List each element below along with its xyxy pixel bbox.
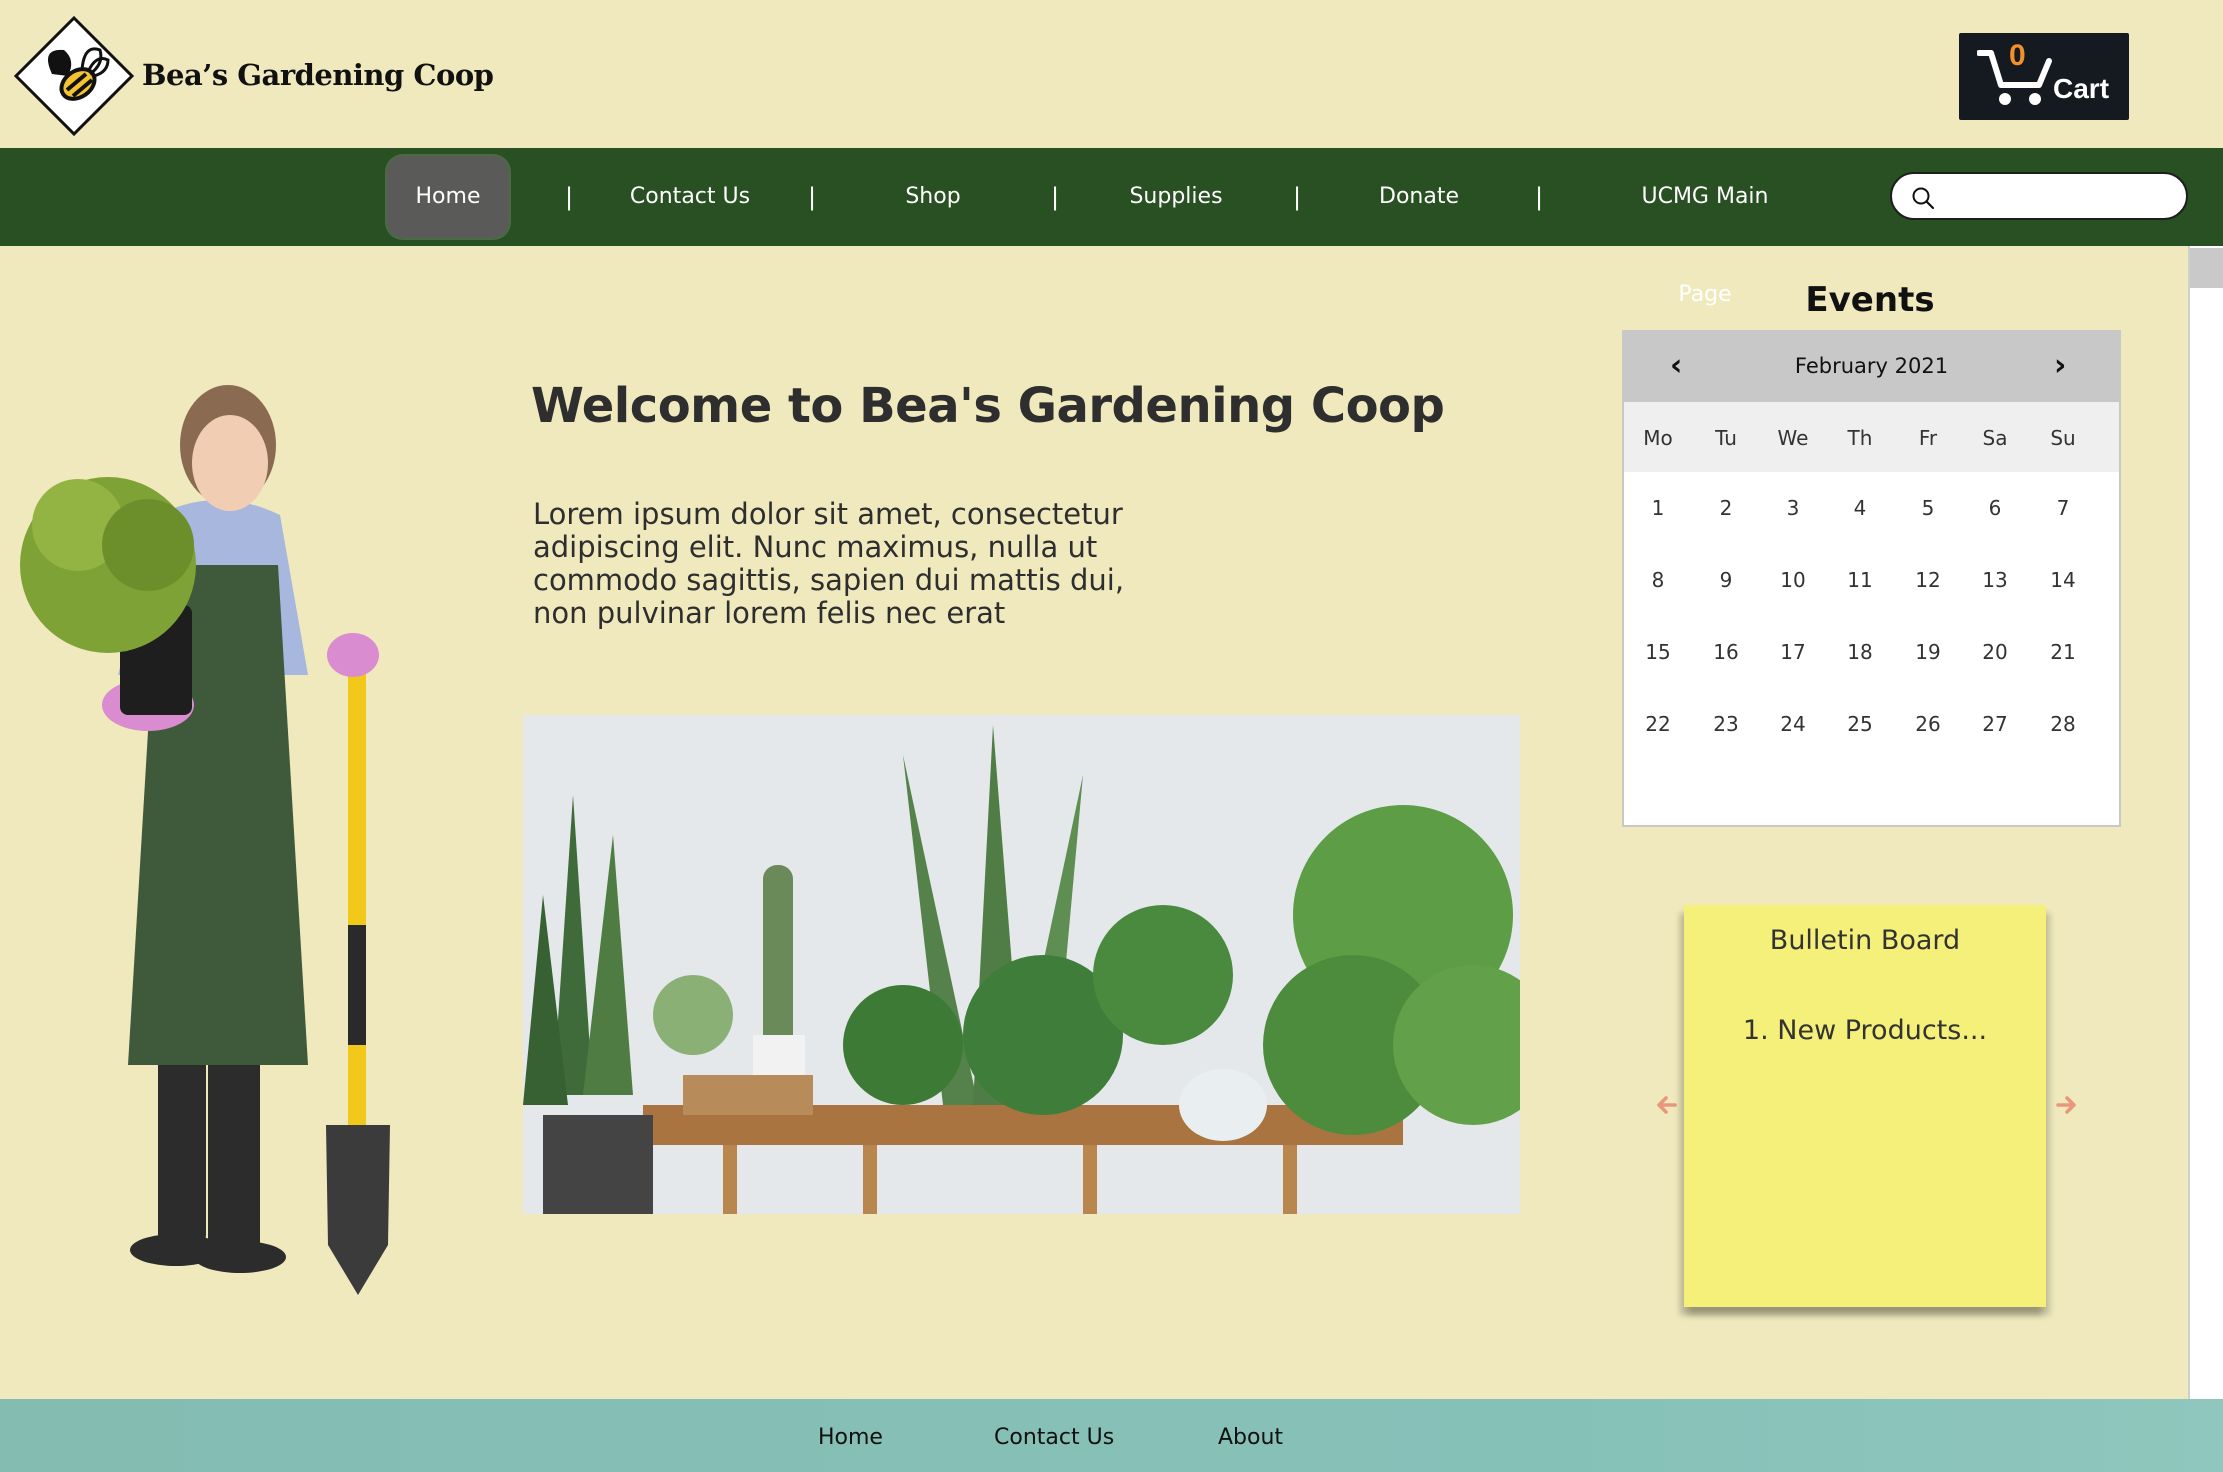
plants-table-image xyxy=(523,715,1520,1214)
calendar-day[interactable]: 4 xyxy=(1826,496,1894,520)
calendar-day[interactable]: 19 xyxy=(1894,640,1962,664)
calendar-day[interactable]: 7 xyxy=(2029,496,2097,520)
events-title: Events xyxy=(1805,280,1935,320)
bulletin-board: Bulletin Board 1. New Products... xyxy=(1684,905,2046,1307)
scroll-thumb[interactable] xyxy=(2190,248,2223,288)
cart-button[interactable]: 0 Cart xyxy=(1959,33,2129,120)
footer-link-contact-us[interactable]: Contact Us xyxy=(994,1425,1114,1450)
calendar-weekdays: Mo Tu We Th Fr Sa Su xyxy=(1624,402,2119,472)
events-calendar: ‹ February 2021 › Mo Tu We Th Fr Sa Su 1… xyxy=(1622,330,2121,827)
nav-contact-us[interactable]: Contact Us xyxy=(620,148,760,246)
footer-link-home[interactable]: Home xyxy=(818,1425,883,1450)
calendar-day[interactable]: 25 xyxy=(1826,712,1894,736)
weekday-label: Mo xyxy=(1643,426,1673,450)
intro-text: Lorem ipsum dolor sit amet, consectetur … xyxy=(533,497,1125,630)
calendar-day[interactable]: 28 xyxy=(2029,712,2097,736)
calendar-day[interactable]: 20 xyxy=(1961,640,2029,664)
weekday-label: Sa xyxy=(1982,426,2008,450)
nav-separator: | xyxy=(1535,183,1544,211)
calendar-day[interactable]: 26 xyxy=(1894,712,1962,736)
calendar-day[interactable]: 5 xyxy=(1894,496,1962,520)
calendar-day[interactable]: 27 xyxy=(1961,712,2029,736)
bulletin-item[interactable]: 1. New Products... xyxy=(1684,1015,2046,1046)
weekday-label: Tu xyxy=(1715,426,1737,450)
calendar-day[interactable]: 18 xyxy=(1826,640,1894,664)
weekday-label: Th xyxy=(1847,426,1873,450)
brand-name[interactable]: Bea’s Gardening Coop xyxy=(142,58,494,92)
cart-label: Cart xyxy=(2053,73,2110,104)
calendar-day[interactable]: 22 xyxy=(1624,712,1692,736)
calendar-month: February 2021 xyxy=(1794,354,1949,378)
calendar-day[interactable]: 6 xyxy=(1961,496,2029,520)
nav-separator: | xyxy=(1051,183,1060,211)
calendar-day[interactable]: 24 xyxy=(1759,712,1827,736)
nav-supplies[interactable]: Supplies xyxy=(1120,148,1232,246)
nav-home[interactable]: Home xyxy=(387,156,509,238)
page-title: Welcome to Bea's Gardening Coop xyxy=(531,378,1445,434)
calendar-day[interactable]: 12 xyxy=(1894,568,1962,592)
calendar-day[interactable]: 1 xyxy=(1624,496,1692,520)
calendar-day[interactable]: 2 xyxy=(1692,496,1760,520)
calendar-day[interactable]: 3 xyxy=(1759,496,1827,520)
nav-separator: | xyxy=(808,183,817,211)
search-icon xyxy=(1912,187,1935,210)
calendar-day[interactable]: 15 xyxy=(1624,640,1692,664)
weekday-label: Su xyxy=(2050,426,2076,450)
calendar-day[interactable]: 14 xyxy=(2029,568,2097,592)
bee-logo[interactable] xyxy=(12,14,136,138)
nav-donate[interactable]: Donate xyxy=(1372,148,1466,246)
page-scrollbar[interactable] xyxy=(2188,246,2223,1401)
footer-link-about[interactable]: About xyxy=(1218,1425,1283,1450)
calendar-day[interactable]: 16 xyxy=(1692,640,1760,664)
nav-ucmg-main-page[interactable]: UCMG Main Page xyxy=(1614,148,1796,307)
calendar-day[interactable]: 13 xyxy=(1961,568,2029,592)
calendar-day[interactable]: 8 xyxy=(1624,568,1692,592)
calendar-day[interactable]: 17 xyxy=(1759,640,1827,664)
calendar-day[interactable]: 9 xyxy=(1692,568,1760,592)
calendar-day[interactable]: 21 xyxy=(2029,640,2097,664)
cart-count: 0 xyxy=(2009,39,2026,72)
calendar-header: ‹ February 2021 › xyxy=(1624,332,2119,402)
search-input[interactable] xyxy=(1942,180,2176,214)
arrow-left-icon[interactable] xyxy=(1655,1093,1679,1117)
weekday-label: Fr xyxy=(1918,426,1938,450)
header: Bea’s Gardening Coop 0 Cart xyxy=(0,0,2223,148)
chevron-right-icon[interactable]: › xyxy=(2054,348,2066,383)
bulletin-title: Bulletin Board xyxy=(1769,925,1961,956)
weekday-label: We xyxy=(1777,426,1809,450)
footer: Home Contact Us About xyxy=(0,1399,2223,1472)
calendar-day[interactable]: 11 xyxy=(1826,568,1894,592)
calendar-day[interactable]: 23 xyxy=(1692,712,1760,736)
calendar-day[interactable]: 10 xyxy=(1759,568,1827,592)
arrow-right-icon[interactable] xyxy=(2054,1093,2078,1117)
search-box[interactable] xyxy=(1890,172,2188,220)
nav-separator: | xyxy=(1293,183,1302,211)
nav-shop[interactable]: Shop xyxy=(880,148,986,246)
gardener-woman-image xyxy=(20,385,390,1295)
nav-separator: | xyxy=(565,183,574,211)
